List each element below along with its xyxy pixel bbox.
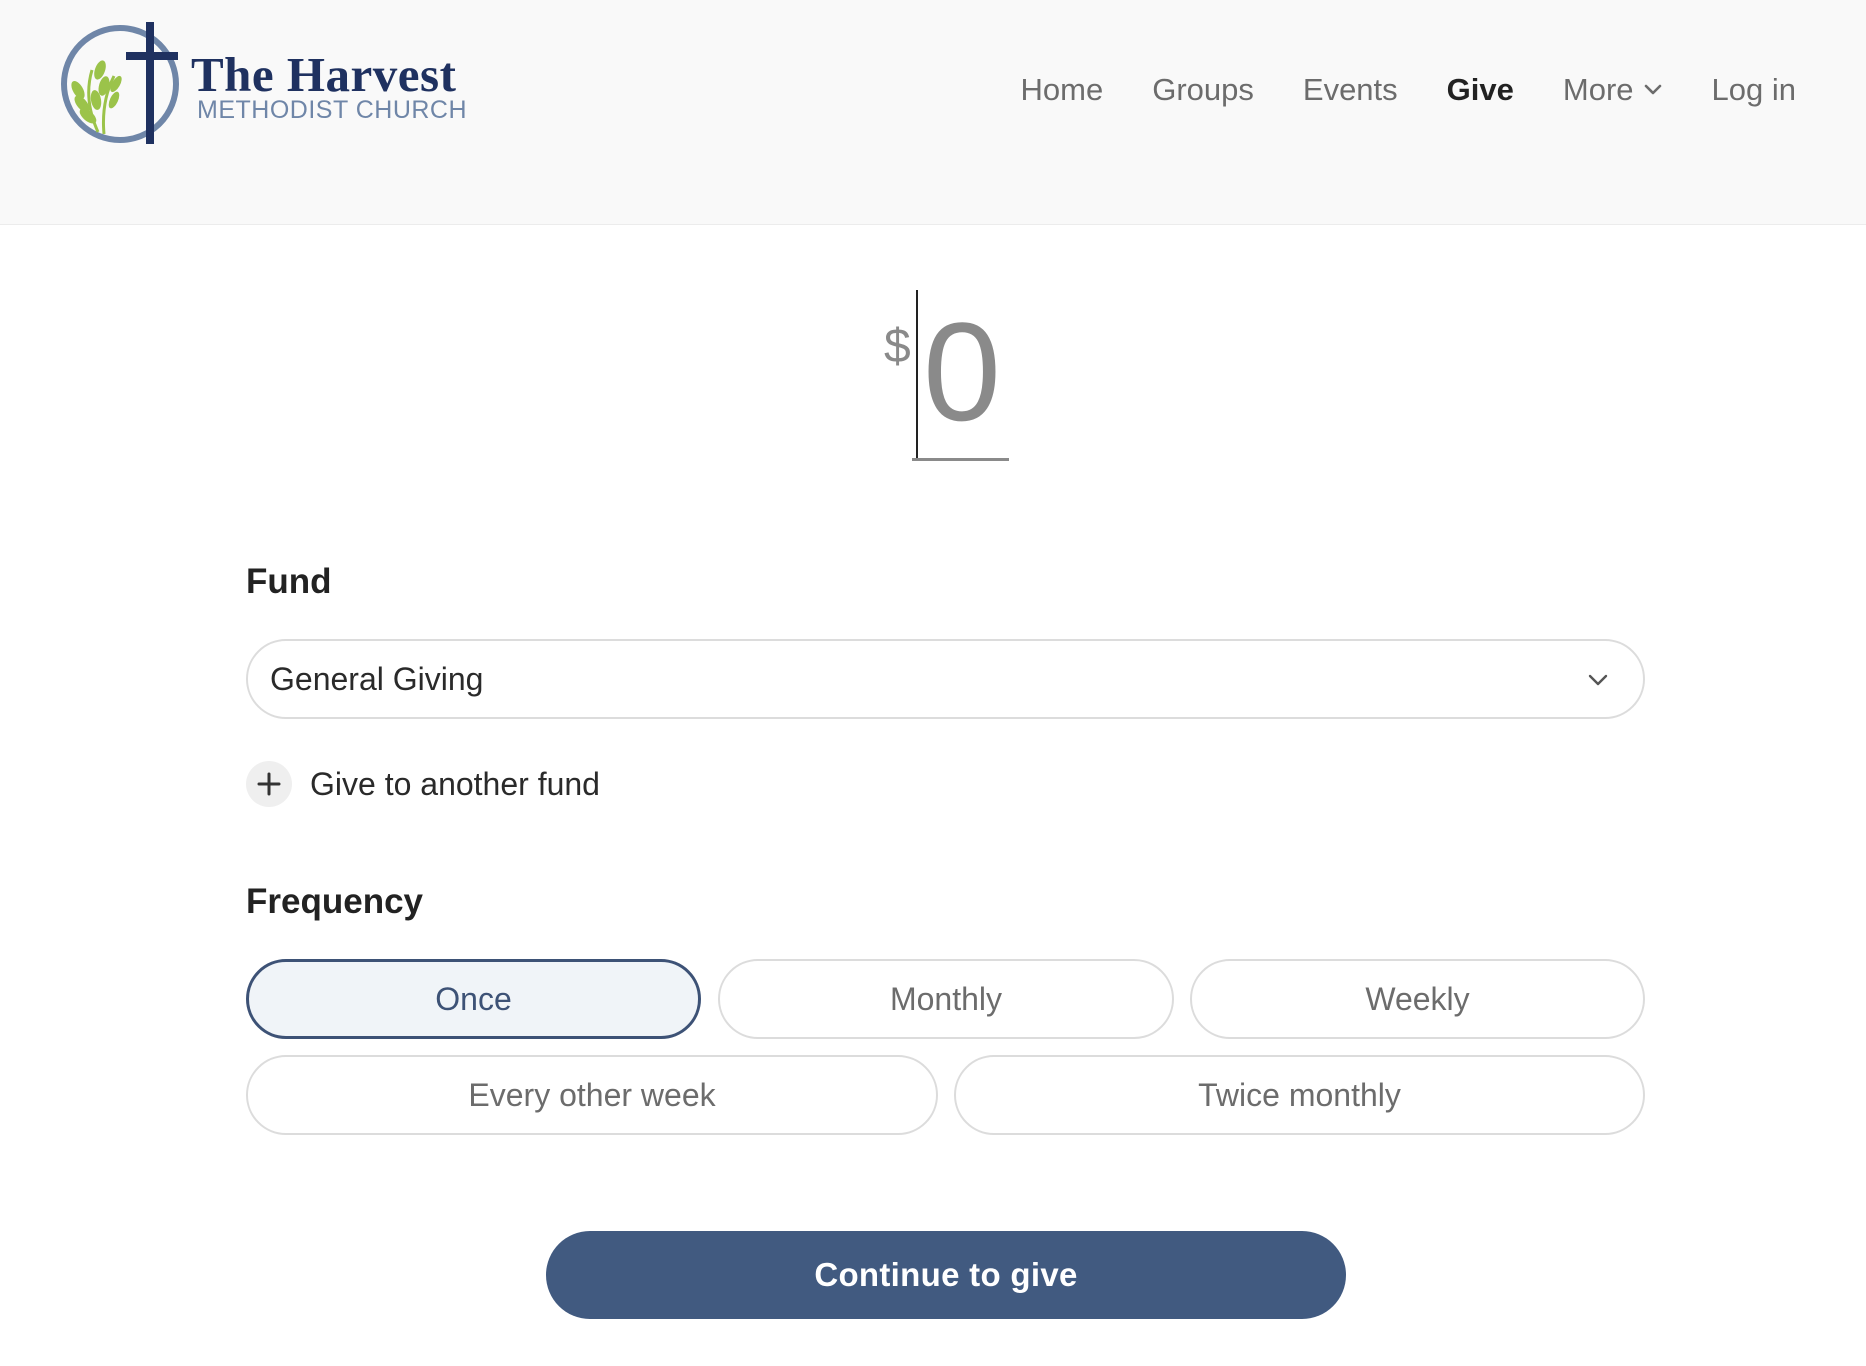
nav-login[interactable]: Log in [1712, 72, 1796, 108]
cross-wheat-logo-icon [61, 22, 179, 144]
chevron-down-icon [1588, 674, 1608, 686]
church-logo[interactable]: The Harvest METHODIST CHURCH [58, 20, 467, 145]
nav-more[interactable]: More [1563, 72, 1663, 108]
main-nav: Home Groups Events Give More Log in [972, 66, 1796, 114]
text-cursor [916, 290, 918, 460]
nav-events[interactable]: Events [1303, 72, 1398, 108]
chevron-down-icon [1644, 84, 1661, 95]
nav-give[interactable]: Give [1447, 72, 1514, 108]
frequency-weekly-button[interactable]: Weekly [1190, 959, 1645, 1039]
fund-label: Fund [246, 562, 332, 601]
frequency-monthly-button[interactable]: Monthly [718, 959, 1174, 1039]
frequency-twice-monthly-button[interactable]: Twice monthly [954, 1055, 1645, 1135]
continue-to-give-button[interactable]: Continue to give [546, 1231, 1346, 1319]
logo-subtitle: METHODIST CHURCH [197, 96, 468, 124]
logo-title: The Harvest [191, 47, 457, 102]
fund-select[interactable]: General Giving [246, 639, 1645, 719]
nav-home[interactable]: Home [1021, 72, 1104, 108]
site-header: The Harvest METHODIST CHURCH Home Groups… [0, 0, 1866, 225]
currency-symbol: $ [884, 320, 911, 373]
amount-underline [912, 458, 1009, 461]
amount-input[interactable]: $ 0 [0, 285, 1866, 465]
frequency-label: Frequency [246, 882, 423, 921]
amount-value: 0 [923, 293, 1001, 450]
add-fund-label: Give to another fund [310, 765, 600, 802]
plus-icon [246, 761, 292, 807]
nav-more-label: More [1562, 72, 1634, 107]
nav-groups[interactable]: Groups [1152, 72, 1254, 108]
frequency-once-button[interactable]: Once [246, 959, 701, 1039]
frequency-every-other-week-button[interactable]: Every other week [246, 1055, 938, 1135]
add-fund-button[interactable]: Give to another fund [246, 760, 600, 808]
fund-select-value: General Giving [270, 660, 484, 697]
